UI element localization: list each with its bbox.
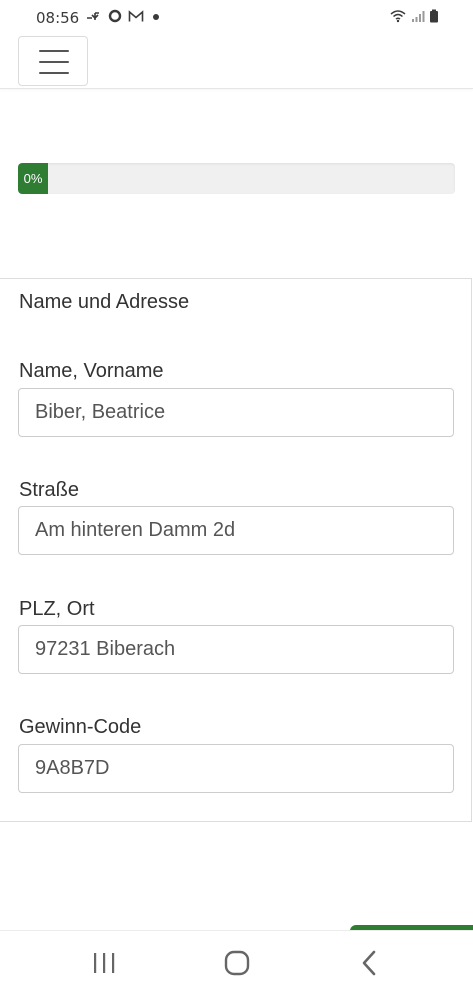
- name-label: Name, Vorname: [19, 360, 164, 382]
- name-input[interactable]: [18, 388, 454, 437]
- home-button[interactable]: [217, 947, 257, 983]
- status-bar: 08:56: [0, 0, 473, 36]
- progress-bar: 0%: [18, 163, 455, 194]
- zip-city-label: PLZ, Ort: [19, 598, 95, 620]
- status-left-icons: [86, 9, 162, 27]
- panel-heading: Name und Adresse: [19, 291, 190, 313]
- street-input[interactable]: [18, 506, 454, 555]
- zip-city-input[interactable]: [18, 625, 454, 674]
- back-button[interactable]: [350, 947, 390, 983]
- battery-icon: [429, 9, 439, 28]
- top-navbar: [0, 36, 473, 89]
- progress-label: 0%: [23, 171, 43, 186]
- recent-apps-icon: [91, 951, 117, 980]
- hamburger-menu-button[interactable]: [18, 36, 88, 86]
- back-icon: [360, 949, 380, 982]
- street-label: Straße: [19, 479, 80, 501]
- address-panel: Name und Adresse Name, Vorname Straße PL…: [0, 278, 472, 822]
- home-icon: [223, 949, 251, 982]
- system-nav-bar: [0, 930, 473, 1001]
- dot-icon: [150, 10, 162, 26]
- missed-call-icon: [86, 10, 102, 26]
- circle-o-icon: [108, 9, 122, 27]
- gmail-icon: [128, 9, 144, 27]
- status-right-icons: [389, 9, 439, 28]
- win-code-input[interactable]: [18, 744, 454, 793]
- wifi-icon: [389, 9, 407, 28]
- status-time: 08:56: [36, 9, 80, 27]
- signal-icon: [411, 10, 425, 28]
- win-code-label: Gewinn-Code: [19, 716, 142, 738]
- recent-apps-button[interactable]: [84, 947, 124, 983]
